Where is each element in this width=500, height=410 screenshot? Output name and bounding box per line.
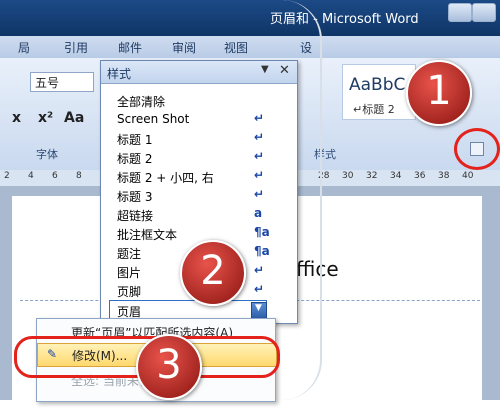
style-type-icon: a (254, 206, 263, 220)
style-gallery-heading2[interactable]: AaBbC ↵标题 2 (342, 64, 416, 120)
style-gallery-label: ↵标题 2 (353, 103, 395, 116)
style-item-label: 图片 (117, 266, 142, 280)
style-dropdown-button[interactable]: ▼ (251, 302, 267, 319)
style-item[interactable]: 标题 2 ↵ (109, 148, 265, 167)
style-type-icon: ↵ (254, 130, 265, 144)
step-number: 1 (426, 68, 452, 114)
step-callout: 1 (406, 60, 472, 126)
ruler-label: 34 (390, 171, 402, 181)
style-type-icon: ↵ (254, 282, 265, 296)
step-callout: 2 (180, 240, 246, 306)
style-item-label: 标题 1 (117, 133, 153, 147)
styles-pane-header: 样式 ▼ ✕ (101, 61, 297, 84)
pane-menu-icon[interactable]: ▼ (261, 64, 269, 75)
style-item[interactable]: 标题 2 + 小四, 右 ↵ (109, 167, 265, 186)
style-type-icon: ↵ (254, 187, 265, 201)
ruler-label: 8 (76, 171, 82, 181)
style-item[interactable]: 批注框文本 ¶a (109, 224, 270, 243)
font-size-value: 五号 (35, 76, 60, 90)
ruler-label: 6 (52, 171, 58, 181)
styles-pane-title: 样式 (107, 67, 132, 81)
strikethrough-icon[interactable]: x (12, 110, 21, 126)
style-item-label: 标题 3 (117, 190, 153, 204)
style-type-icon: ↵ (254, 111, 265, 125)
menu-mailings[interactable]: 邮件 (118, 39, 142, 56)
menu-layout[interactable]: 局 (18, 39, 30, 56)
style-item[interactable]: 标题 1 ↵ (109, 129, 265, 148)
style-item-label: 标题 2 + 小四, 右 (117, 171, 214, 185)
step-number: 2 (200, 248, 226, 294)
step-callout: 3 (136, 334, 202, 400)
highlight-ring (454, 128, 500, 170)
close-icon[interactable]: ✕ (279, 63, 290, 78)
change-case-icon[interactable]: Aa (64, 110, 84, 126)
ruler-label: 30 (342, 171, 354, 181)
ruler-label: 4 (28, 171, 34, 181)
style-type-icon: ¶a (254, 244, 270, 258)
style-item-label: 全部清除 (117, 95, 166, 109)
font-size-box[interactable]: 五号 (30, 72, 94, 92)
style-type-icon: ¶a (254, 225, 270, 239)
ruler-label: 32 (366, 171, 378, 181)
style-item[interactable]: Screen Shot ↵ (109, 110, 265, 129)
maximize-button[interactable] (472, 3, 496, 22)
style-item-label: 页脚 (117, 285, 142, 299)
chevron-down-icon: ▼ (255, 303, 262, 313)
menu-references[interactable]: 引用 (64, 39, 88, 56)
style-item[interactable]: 标题 3 ↵ (109, 186, 265, 205)
ruler-label: 40 (462, 171, 474, 181)
style-type-icon: ↵ (254, 149, 265, 163)
style-item[interactable]: 全部清除 (109, 91, 265, 110)
style-item-label: 批注框文本 (117, 228, 178, 242)
menu-review[interactable]: 审阅 (172, 39, 196, 56)
ruler-label: 2 (4, 171, 10, 181)
superscript-icon[interactable]: x² (38, 110, 53, 126)
style-type-icon: ↵ (254, 168, 265, 182)
style-item-label: 超链接 (117, 209, 154, 223)
ruler-label: 36 (414, 171, 426, 181)
font-group-label: 字体 (36, 148, 58, 161)
minimize-button[interactable] (448, 3, 472, 22)
style-item-label: 标题 2 (117, 152, 153, 166)
style-item-label: Screen Shot (117, 112, 190, 126)
style-item[interactable]: 超链接 a (109, 205, 265, 224)
style-item-label: 题注 (117, 247, 142, 261)
style-type-icon: ↵ (254, 263, 265, 277)
ruler-label: 38 (438, 171, 450, 181)
style-gallery-sample: AaBbC (349, 75, 406, 95)
menu-view[interactable]: 视图 (224, 39, 248, 56)
step-number: 3 (156, 342, 182, 388)
